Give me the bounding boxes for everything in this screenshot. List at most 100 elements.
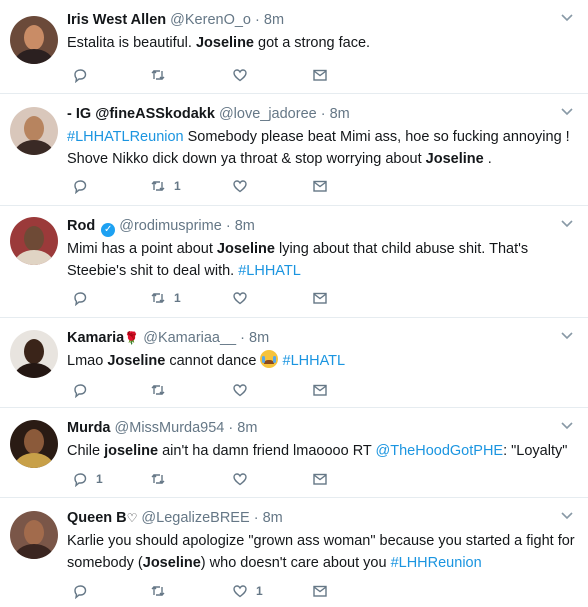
tweet[interactable]: Queen B♡ @LegalizeBREE · 8m Karlie you s… <box>0 498 588 607</box>
like-button[interactable] <box>232 470 256 488</box>
display-name[interactable]: Iris West Allen <box>67 12 166 28</box>
reply-button[interactable] <box>72 177 96 195</box>
like-button[interactable] <box>232 381 256 399</box>
tweet-text-segment: : "Loyalty" <box>503 443 568 459</box>
message-button[interactable] <box>312 289 328 307</box>
crying-face-emoji <box>260 350 279 368</box>
display-name[interactable]: Kamaria <box>67 330 124 346</box>
highlighted-term: Joseline <box>195 35 254 51</box>
avatar[interactable] <box>10 330 58 378</box>
tweet-text-segment: . <box>483 151 492 167</box>
tweet-text-segment: Mimi has a point about <box>67 241 217 257</box>
hashtag-link[interactable]: #LHHATLReunion <box>67 129 184 145</box>
tweet-header: Murda @MissMurda954 · 8m <box>67 418 558 438</box>
reply-icon <box>74 473 87 487</box>
hashtag-link[interactable]: #LHHATL <box>238 263 301 279</box>
message-button[interactable] <box>312 470 328 488</box>
like-button[interactable] <box>232 177 256 195</box>
envelope-icon <box>313 384 327 396</box>
timestamp[interactable]: 8m <box>249 330 269 346</box>
display-name[interactable]: Rod <box>67 218 95 234</box>
tweet[interactable]: Kamaria🌹 @Kamariaa__ · 8m Lmao Joseline … <box>0 318 588 408</box>
highlighted-term: joseline <box>104 443 159 459</box>
timestamp[interactable]: 8m <box>264 12 284 28</box>
user-handle[interactable]: @Kamariaa__ <box>143 330 236 346</box>
user-handle[interactable]: @love_jadoree <box>219 106 317 122</box>
user-handle[interactable]: @rodimusprime <box>119 218 222 234</box>
timestamp[interactable]: 8m <box>235 218 255 234</box>
retweet-button[interactable] <box>150 470 174 488</box>
tweet-text: Chile joseline ain't ha damn friend lmao… <box>67 440 576 462</box>
tweet[interactable]: Iris West Allen @KerenO_o · 8m Estalita … <box>0 0 588 94</box>
like-count: 1 <box>256 584 263 598</box>
chevron-down-icon[interactable] <box>560 216 574 230</box>
avatar[interactable] <box>10 107 58 155</box>
like-button[interactable] <box>232 289 256 307</box>
heart-icon <box>233 384 247 397</box>
mention-link[interactable]: @TheHoodGotPHE <box>376 443 504 459</box>
avatar[interactable] <box>10 217 58 265</box>
message-button[interactable] <box>312 381 328 399</box>
chevron-down-icon[interactable] <box>560 508 574 522</box>
reply-button[interactable] <box>72 582 96 600</box>
avatar[interactable] <box>10 16 58 64</box>
tweet-header: Rod ✓ @rodimusprime · 8m <box>67 216 558 237</box>
hashtag-link[interactable]: #LHHReunion <box>391 555 482 571</box>
tweet[interactable]: - IG @fineASSkodakk @love_jadoree · 8m #… <box>0 94 588 206</box>
timestamp[interactable]: 8m <box>263 510 283 526</box>
display-name[interactable]: Murda <box>67 420 111 436</box>
like-button[interactable] <box>232 66 256 84</box>
retweet-button[interactable]: 1 <box>150 177 181 195</box>
display-name[interactable]: - IG @fineASSkodakk <box>67 106 215 122</box>
message-button[interactable] <box>312 177 328 195</box>
user-handle[interactable]: @MissMurda954 <box>115 420 225 436</box>
reply-count: 1 <box>96 472 103 486</box>
avatar[interactable] <box>10 420 58 468</box>
highlighted-term: Joseline <box>216 241 275 257</box>
tweet-text-segment: ain't ha damn friend lmaoooo RT <box>158 443 376 459</box>
message-button[interactable] <box>312 66 328 84</box>
tweet[interactable]: Murda @MissMurda954 · 8m Chile joseline … <box>0 408 588 498</box>
tweet-header: Iris West Allen @KerenO_o · 8m <box>67 10 558 30</box>
retweet-button[interactable] <box>150 582 174 600</box>
retweet-button[interactable] <box>150 381 174 399</box>
retweet-count: 1 <box>174 291 181 305</box>
heart-icon <box>233 585 247 598</box>
reply-icon <box>74 69 87 83</box>
separator-dot: · <box>228 420 234 436</box>
tweet[interactable]: Rod ✓ @rodimusprime · 8m Mimi has a poin… <box>0 206 588 318</box>
hashtag-link[interactable]: #LHHATL <box>283 353 346 369</box>
chevron-down-icon[interactable] <box>560 328 574 342</box>
tweet-actions <box>72 381 352 399</box>
timestamp[interactable]: 8m <box>330 106 350 122</box>
retweet-count: 1 <box>174 179 181 193</box>
tweet-text: #LHHATLReunion Somebody please beat Mimi… <box>67 126 576 170</box>
retweet-button[interactable] <box>150 66 174 84</box>
reply-icon <box>74 384 87 398</box>
chevron-down-icon[interactable] <box>560 104 574 118</box>
reply-button[interactable] <box>72 381 96 399</box>
avatar[interactable] <box>10 511 58 559</box>
chevron-down-icon[interactable] <box>560 418 574 432</box>
user-handle[interactable]: @KerenO_o <box>170 12 251 28</box>
tweet-text-segment: Chile <box>67 443 105 459</box>
tweet-actions: 1 <box>72 470 352 488</box>
retweet-button[interactable]: 1 <box>150 289 181 307</box>
reply-button[interactable]: 1 <box>72 470 103 488</box>
display-name[interactable]: Queen B <box>67 510 127 526</box>
retweet-icon <box>151 385 165 395</box>
message-button[interactable] <box>312 582 328 600</box>
reply-button[interactable] <box>72 66 96 84</box>
tweet-text-segment: cannot dance <box>165 353 261 369</box>
envelope-icon <box>313 473 327 485</box>
user-handle[interactable]: @LegalizeBREE <box>141 510 249 526</box>
heart-icon <box>233 69 247 82</box>
timestamp[interactable]: 8m <box>237 420 257 436</box>
like-button[interactable]: 1 <box>232 582 263 600</box>
reply-icon <box>74 585 87 599</box>
chevron-down-icon[interactable] <box>560 10 574 24</box>
tweet-actions: 1 <box>72 582 352 600</box>
tweet-text: Lmao Joseline cannot dance #LHHATL <box>67 350 576 372</box>
reply-button[interactable] <box>72 289 96 307</box>
tweet-feed: Iris West Allen @KerenO_o · 8m Estalita … <box>0 0 588 607</box>
